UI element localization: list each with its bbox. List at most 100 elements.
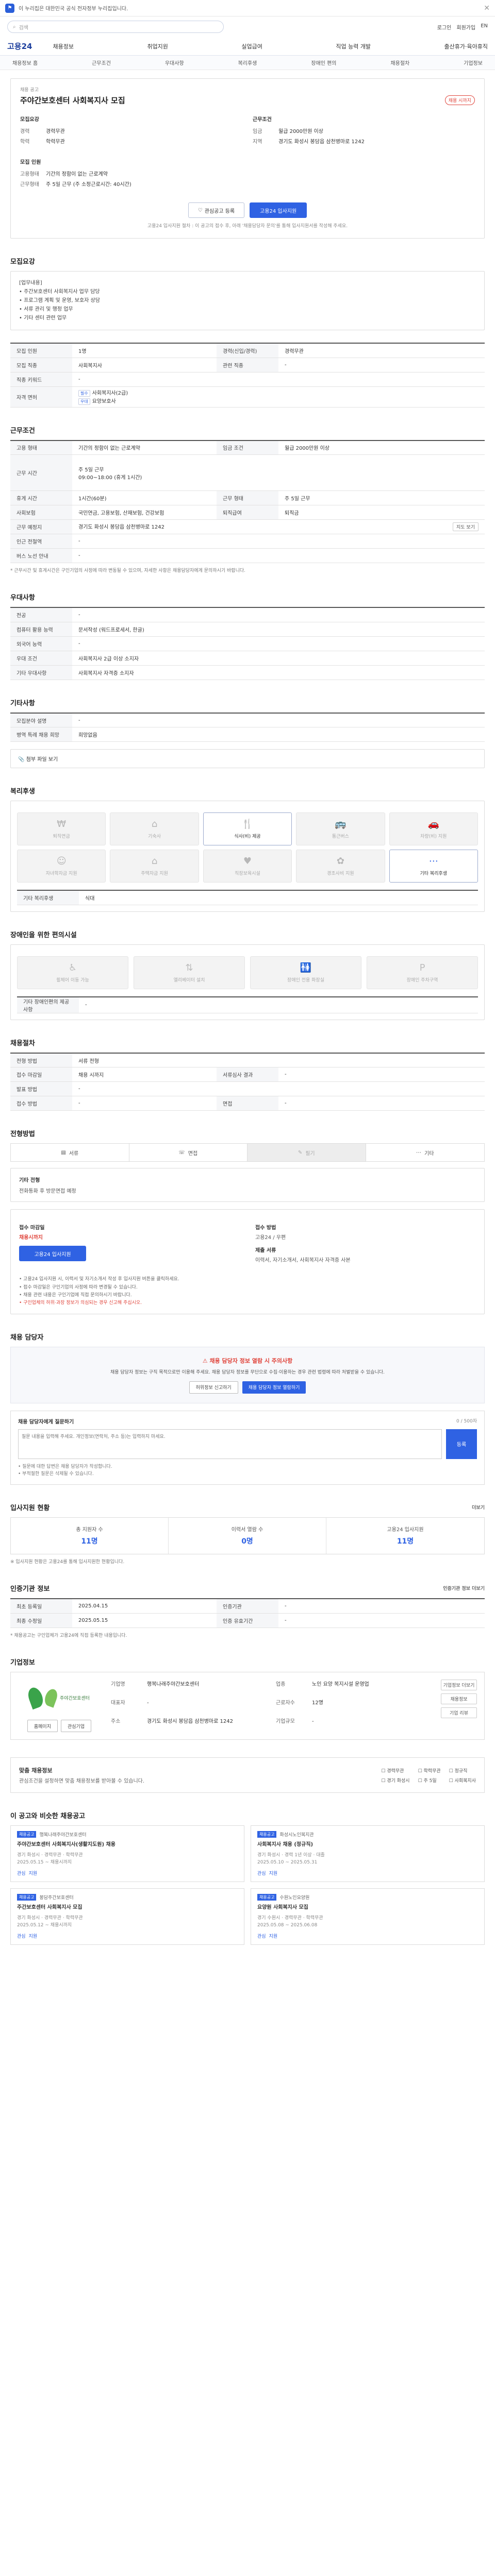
table-header: 직종 키워드	[10, 372, 72, 387]
lnb-item-conditions[interactable]: 근무조건	[92, 59, 111, 66]
qna-textarea[interactable]	[18, 1429, 442, 1459]
gnb-item-benefit[interactable]: 실업급여	[241, 42, 262, 50]
join-link[interactable]: 회원가입	[456, 23, 475, 31]
rec-apply-link[interactable]: 지원	[29, 1933, 38, 1939]
welfare-label: 기타 복리후생	[420, 871, 448, 877]
company-logo-text: 주야간보호센터	[60, 1696, 90, 1701]
site-logo[interactable]: 고용24	[7, 41, 32, 52]
gnb-item-jobs[interactable]: 채용정보	[53, 42, 73, 50]
company-label: 대표자	[111, 1700, 125, 1706]
gnb-item-training[interactable]: 직업 능력 개발	[336, 42, 371, 50]
language-link[interactable]: EN	[481, 23, 488, 31]
table-cell: -	[278, 1096, 485, 1111]
rec-fav-link[interactable]: 관심	[17, 1870, 26, 1876]
welfare-label: 경조사비 지원	[327, 871, 354, 877]
apply-info-button[interactable]: 고용24 입사지원	[19, 1246, 86, 1262]
work-days: 주 5일 근무	[78, 467, 104, 473]
lnb-item-access[interactable]: 장애인 편의	[311, 59, 336, 66]
apply-button[interactable]: 고용24 입사지원	[250, 202, 307, 218]
table-row: 병역 특례 채용 희망 희망없음	[10, 727, 485, 742]
login-link[interactable]: 로그인	[437, 23, 452, 31]
summary-label: 고용형태	[20, 172, 39, 177]
lnb-item-company[interactable]: 기업정보	[464, 59, 483, 66]
info-more-link[interactable]: 인증기관 정보 더보기	[443, 1585, 485, 1591]
close-icon[interactable]: ✕	[484, 4, 490, 12]
rec-badge: 채용공고	[17, 1831, 37, 1838]
gnb-item-support[interactable]: 취업지원	[147, 42, 168, 50]
qna-box: 채용 담당자에게 질문하기 0 / 500자 등록 • 질문에 대한 답변은 채…	[10, 1410, 485, 1485]
attach-box[interactable]: 📎 첨부 파일 보기	[10, 749, 485, 769]
recommend-card[interactable]: 채용공고 화성시노인복지관 사회복지사 채용 (정규직) 경기 화성시 · 경력 …	[251, 1825, 485, 1882]
company-more-link[interactable]: 기업정보 더보기	[441, 1680, 477, 1691]
fav-company-button[interactable]: 관심기업	[61, 1720, 92, 1733]
rec-apply-link[interactable]: 지원	[29, 1870, 38, 1876]
pref-option[interactable]: ☐ 경기 화성시	[381, 1777, 409, 1784]
rec-title: 주야간보호센터 사회복지사(생활지도원) 채용	[17, 1842, 116, 1848]
pref-option[interactable]: ☐ 학력무관	[418, 1767, 441, 1774]
pref-section-title: 우대사항	[10, 594, 35, 602]
map-button[interactable]: 지도 보기	[453, 522, 478, 531]
rec-date: 2025.05.08 ~ 2025.06.08	[257, 1923, 318, 1928]
pref-option[interactable]: ☐ 정규직	[449, 1767, 476, 1774]
rec-org: 화성시노인복지관	[279, 1833, 314, 1838]
rec-fav-link[interactable]: 관심	[257, 1933, 266, 1939]
method-value: 고용24 / 우편	[255, 1235, 286, 1241]
gnb-item-leave[interactable]: 출산휴가·육아휴직	[444, 42, 488, 50]
lnb-item-home[interactable]: 채용정보 홈	[12, 59, 38, 66]
company-jobs-link[interactable]: 채용정보	[441, 1693, 477, 1705]
search-input[interactable]: ⌕ 검색	[7, 21, 224, 33]
apply-note-line: • 채용 관련 내용은 구인기업에 직접 문의하시기 바랍니다.	[19, 1292, 132, 1298]
table-header: 전형 방법	[10, 1053, 72, 1068]
parking-icon: P	[419, 962, 425, 973]
table-cell: -	[72, 636, 485, 651]
lnb-item-preference[interactable]: 우대사항	[165, 59, 184, 66]
access-etc-table: 기타 장애인편의 제공사항 -	[17, 996, 478, 1013]
rec-meta: 경기 수원시 · 경력무관 · 학력무관	[257, 1915, 323, 1921]
info-section-title: 인증기관 정보 인증기관 정보 더보기	[10, 1583, 485, 1593]
scrap-button[interactable]: ♡ 관심공고 등록	[188, 202, 245, 218]
table-row: 근무 예정지 경기도 화성시 봉담읍 삼천병마로 1242 지도 보기	[10, 519, 485, 534]
report-button[interactable]: 허위정보 신고하기	[189, 1381, 238, 1394]
apply-info-box: 접수 마감일 채용시까지 고용24 입사지원 접수 방법 고용24 / 우편 제…	[10, 1209, 485, 1314]
rec-apply-link[interactable]: 지원	[269, 1870, 278, 1876]
stats-more-link[interactable]: 더보기	[472, 1504, 485, 1511]
recommend-card[interactable]: 채용공고 행복나래주야간보호센터 주야간보호센터 사회복지사(생활지도원) 채용 …	[10, 1825, 244, 1882]
rec-title: 주간보호센터 사회복지사 모집	[17, 1904, 82, 1910]
table-row: 직종 키워드 -	[10, 372, 485, 387]
company-review-link[interactable]: 기업 리뷰	[441, 1707, 477, 1719]
pref-options: ☐ 경력무관 ☐ 학력무관 ☐ 정규직 ☐ 경기 화성시 ☐ 주 5일 ☐ 사회…	[381, 1767, 476, 1784]
meal-icon: 🍴	[241, 819, 254, 830]
table-row: 모집 인원 1명 경력(신입/경력) 경력무관	[10, 343, 485, 358]
view-contact-button[interactable]: 채용 담당자 정보 열람하기	[242, 1381, 306, 1394]
lnb-item-welfare[interactable]: 복리후생	[238, 59, 257, 66]
local-nav: 채용정보 홈 근무조건 우대사항 복리후생 장애인 편의 채용절차 기업정보	[0, 56, 495, 70]
table-cell: -	[72, 1096, 217, 1111]
recommend-card[interactable]: 채용공고 봉담주간보호센터 주간보호센터 사회복지사 모집 경기 화성시 · 경력…	[10, 1888, 244, 1945]
pref-option[interactable]: ☐ 사회복지사	[449, 1777, 476, 1784]
recommend-card[interactable]: 채용공고 수원노인요양원 요양원 사회복지사 모집 경기 수원시 · 경력무관 ·…	[251, 1888, 485, 1945]
table-row: 전형 방법 서류 전형	[10, 1053, 485, 1068]
rec-fav-link[interactable]: 관심	[257, 1870, 266, 1876]
welfare-label: 자녀학자금 지원	[45, 871, 77, 877]
pref-option[interactable]: ☐ 주 5일	[418, 1777, 441, 1784]
apply-info-left: 접수 마감일 채용시까지 고용24 입사지원	[19, 1223, 240, 1263]
lnb-item-process[interactable]: 채용절차	[390, 59, 409, 66]
table-row: 기타 복리후생 식대	[17, 890, 478, 905]
process-table: 전형 방법 서류 전형 접수 마감일 채용 시까지 서류심사 결과 - 발표 방법 - 접…	[10, 1052, 485, 1111]
toilet-icon: 🚻	[300, 962, 312, 973]
homepage-button[interactable]: 홈페이지	[27, 1720, 58, 1733]
welfare-item: ⌂ 주택자금 지원	[110, 850, 199, 883]
rec-apply-link[interactable]: 지원	[269, 1933, 278, 1939]
contact-buttons: 허위정보 신고하기 채용 담당자 정보 열람하기	[20, 1381, 475, 1394]
table-header: 휴게 시간	[10, 490, 72, 505]
table-cell: -	[72, 713, 485, 728]
rec-fav-link[interactable]: 관심	[17, 1933, 26, 1939]
table-cell: 서류 전형	[72, 1053, 485, 1068]
table-cell: 사회복지사	[72, 358, 217, 372]
access-item: ⇅ 엘리베이터 설치	[134, 956, 245, 989]
summary-label: 경력	[20, 129, 30, 134]
table-header: 발표 방법	[10, 1081, 72, 1097]
pref-option[interactable]: ☐ 경력무관	[381, 1767, 409, 1774]
stat-item: 이력서 열람 수 0명	[169, 1517, 326, 1554]
qna-submit-button[interactable]: 등록	[446, 1429, 477, 1459]
